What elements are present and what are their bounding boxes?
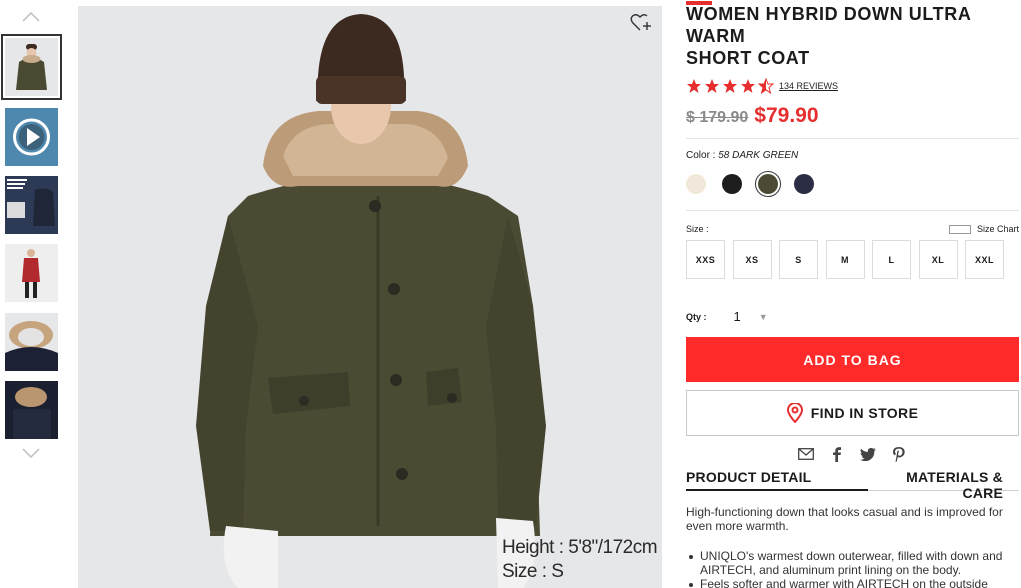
swatch-navy[interactable] (794, 174, 814, 194)
pinterest-icon[interactable] (890, 446, 908, 462)
swatch-dark-green-selected[interactable] (755, 171, 781, 197)
list-item: UNIQLO's warmest down outerwear, filled … (686, 549, 1019, 577)
find-in-store-button[interactable]: FIND IN STORE (686, 390, 1019, 436)
thumbnail-infographic[interactable] (5, 176, 58, 234)
star-half-icon (758, 78, 774, 94)
thumbnail-video[interactable] (5, 108, 58, 166)
size-option-l[interactable]: L (872, 240, 911, 279)
size-options: XXS XS S M L XL XXL (686, 240, 1019, 279)
star-full-icon (741, 79, 755, 93)
caret-down-icon[interactable]: ▼ (759, 312, 768, 322)
model-caption: Height : 5'8"/172cm Size : S (502, 536, 658, 584)
size-chart-label: Size Chart (976, 224, 1019, 234)
color-swatches (686, 171, 1019, 197)
tab-materials-care[interactable]: MATERIALS & CARE (868, 469, 1019, 501)
size-option-s[interactable]: S (779, 240, 818, 279)
tab-product-detail[interactable]: PRODUCT DETAIL (686, 469, 868, 491)
model-size-caption: Size : S (502, 561, 564, 582)
color-label-text: Color : (686, 150, 716, 161)
thumbnail-1[interactable] (1, 34, 62, 100)
qty-label: Qty : (686, 311, 707, 322)
thumbnail-rail (0, 0, 64, 588)
star-full-icon (687, 79, 701, 93)
list-item: Feels softer and warmer with AIRTECH on … (686, 577, 1019, 588)
star-full-icon (705, 79, 719, 93)
ruler-icon (948, 224, 971, 234)
thumbnail-hood-detail[interactable] (5, 313, 58, 371)
coat-model-illustration (78, 6, 662, 588)
rating: 134 REVIEWS (686, 78, 1019, 94)
product-info: WOMEN HYBRID DOWN ULTRA WARM SHORT COAT … (686, 0, 1019, 588)
thumbnail-red-coat[interactable] (5, 244, 58, 302)
model-height-caption: Height : 5'8"/172cm (502, 537, 658, 558)
size-option-xl[interactable]: XL (918, 240, 958, 279)
title-accent (686, 1, 712, 5)
divider (686, 138, 1019, 139)
title-line-1: WOMEN HYBRID DOWN ULTRA WARM (686, 4, 971, 46)
find-in-store-label: FIND IN STORE (810, 405, 919, 421)
product-title: WOMEN HYBRID DOWN ULTRA WARM SHORT COAT (686, 1, 1019, 69)
divider (686, 210, 1019, 211)
feature-list: UNIQLO's warmest down outerwear, filled … (686, 549, 1019, 588)
selected-color: 58 DARK GREEN (718, 150, 799, 161)
location-pin-icon (786, 403, 803, 423)
product-image[interactable]: Height : 5'8"/172cm Size : S (78, 6, 662, 588)
detail-tabs: PRODUCT DETAIL MATERIALS & CARE (686, 469, 1019, 501)
price: $ 179.90 $79.90 (686, 104, 1019, 128)
quantity-selector: Qty : 1 ▼ (686, 309, 1019, 324)
star-full-icon (723, 79, 737, 93)
sale-price: $79.90 (754, 104, 819, 127)
add-to-bag-button[interactable]: ADD TO BAG (686, 337, 1019, 382)
qty-value[interactable]: 1 (734, 309, 741, 324)
swatch-off-white[interactable] (686, 174, 706, 194)
add-to-wishlist-icon[interactable] (630, 13, 652, 33)
chevron-down-icon[interactable] (20, 446, 42, 460)
twitter-icon[interactable] (859, 446, 877, 462)
size-header: Size : Size Chart (686, 224, 1019, 234)
original-price: $ 179.90 (686, 109, 749, 126)
size-option-xxl[interactable]: XXL (965, 240, 1004, 279)
size-chart-link[interactable]: Size Chart (948, 224, 1019, 234)
size-option-xs[interactable]: XS (732, 240, 772, 279)
rating-stars (686, 78, 776, 94)
size-option-xxs[interactable]: XXS (686, 240, 725, 279)
product-description: High-functioning down that looks casual … (686, 505, 1003, 533)
share-links (686, 446, 1019, 462)
email-icon[interactable] (797, 446, 815, 462)
size-option-m[interactable]: M (825, 240, 865, 279)
chevron-up-icon[interactable] (20, 10, 42, 24)
reviews-link[interactable]: 134 REVIEWS (779, 81, 838, 91)
size-label: Size : (686, 224, 709, 234)
facebook-icon[interactable] (828, 446, 846, 462)
title-line-2: SHORT COAT (686, 48, 810, 68)
swatch-dark-green (758, 174, 778, 194)
swatch-black[interactable] (722, 174, 742, 194)
thumbnail-back-detail[interactable] (5, 381, 58, 439)
color-label: Color : 58 DARK GREEN (686, 150, 1019, 161)
